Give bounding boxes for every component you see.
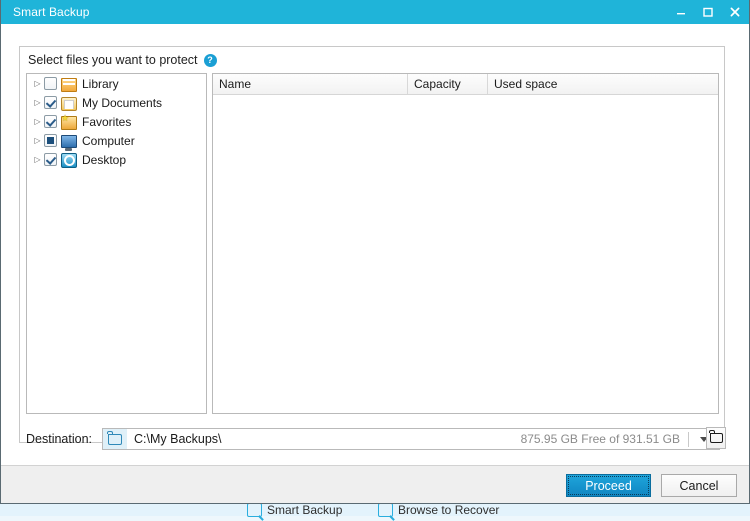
computer-icon (61, 133, 77, 148)
tree-checkbox[interactable] (44, 77, 57, 90)
tree-item-computer[interactable]: ▷ Computer (27, 131, 206, 150)
column-header-name[interactable]: Name (213, 74, 408, 94)
title-bar: Smart Backup (1, 0, 749, 24)
expander-icon[interactable]: ▷ (31, 98, 44, 107)
destination-field[interactable]: C:\My Backups\ 875.95 GB Free of 931.51 … (102, 428, 720, 450)
select-files-groupbox: Select files you want to protect ? ▷ Lib… (19, 46, 726, 450)
maximize-button[interactable] (700, 4, 716, 20)
tree-checkbox[interactable] (44, 115, 57, 128)
tree-checkbox[interactable] (44, 153, 57, 166)
expander-icon[interactable]: ▷ (31, 79, 44, 88)
tree-checkbox[interactable] (44, 96, 57, 109)
groupbox-title-label: Select files you want to protect (28, 53, 198, 67)
proceed-button[interactable]: Proceed (566, 474, 651, 497)
destination-label: Destination: (26, 432, 93, 446)
favorites-folder-icon (61, 114, 77, 130)
documents-folder-icon (61, 95, 77, 111)
dialog-body: Select files you want to protect ? ▷ Lib… (1, 24, 749, 465)
footer-button-group: Proceed Cancel (566, 474, 737, 497)
window-title: Smart Backup (13, 5, 90, 19)
tree-item-label: My Documents (82, 95, 163, 110)
folder-icon (706, 427, 726, 449)
destination-path-value: C:\My Backups\ (134, 432, 222, 446)
expander-icon[interactable]: ▷ (31, 117, 44, 126)
file-list-panel[interactable]: Name Capacity Used space (212, 73, 719, 414)
tree-item-favorites[interactable]: ▷ Favorites (27, 112, 206, 131)
tree-item-desktop[interactable]: ▷ Desktop (27, 150, 206, 169)
tree-item-label: Computer (82, 133, 135, 148)
browse-destination-button[interactable] (706, 427, 726, 451)
destination-row: Destination: C:\My Backups\ 875.95 GB Fr… (26, 427, 720, 451)
desktop-icon (61, 152, 77, 168)
separator (688, 431, 689, 447)
minimize-button[interactable] (673, 4, 689, 20)
tree-item-my-documents[interactable]: ▷ My Documents (27, 93, 206, 112)
tree-item-library[interactable]: ▷ Library (27, 74, 206, 93)
tree-item-label: Library (82, 76, 119, 91)
expander-icon[interactable]: ▷ (31, 155, 44, 164)
folder-tree-panel[interactable]: ▷ Library ▷ My Documents ▷ Favorites (26, 73, 207, 414)
file-list-header: Name Capacity Used space (213, 74, 718, 95)
library-folder-icon (61, 76, 77, 92)
column-header-capacity[interactable]: Capacity (408, 74, 488, 94)
tree-item-label: Desktop (82, 152, 127, 167)
help-icon[interactable]: ? (203, 53, 217, 67)
column-header-used-space[interactable]: Used space (488, 74, 718, 94)
folder-icon (103, 429, 127, 449)
tree-checkbox[interactable] (44, 134, 57, 147)
cancel-button[interactable]: Cancel (661, 474, 737, 497)
window-controls (673, 0, 743, 24)
destination-free-space: 875.95 GB Free of 931.51 GB (520, 432, 680, 446)
smart-backup-dialog: Smart Backup Select files you want to pr… (0, 0, 750, 504)
close-button[interactable] (727, 4, 743, 20)
groupbox-title: Select files you want to protect ? (28, 53, 217, 67)
expander-icon[interactable]: ▷ (31, 136, 44, 145)
dialog-footer: Proceed Cancel (1, 465, 749, 503)
tree-item-label: Favorites (82, 114, 132, 129)
